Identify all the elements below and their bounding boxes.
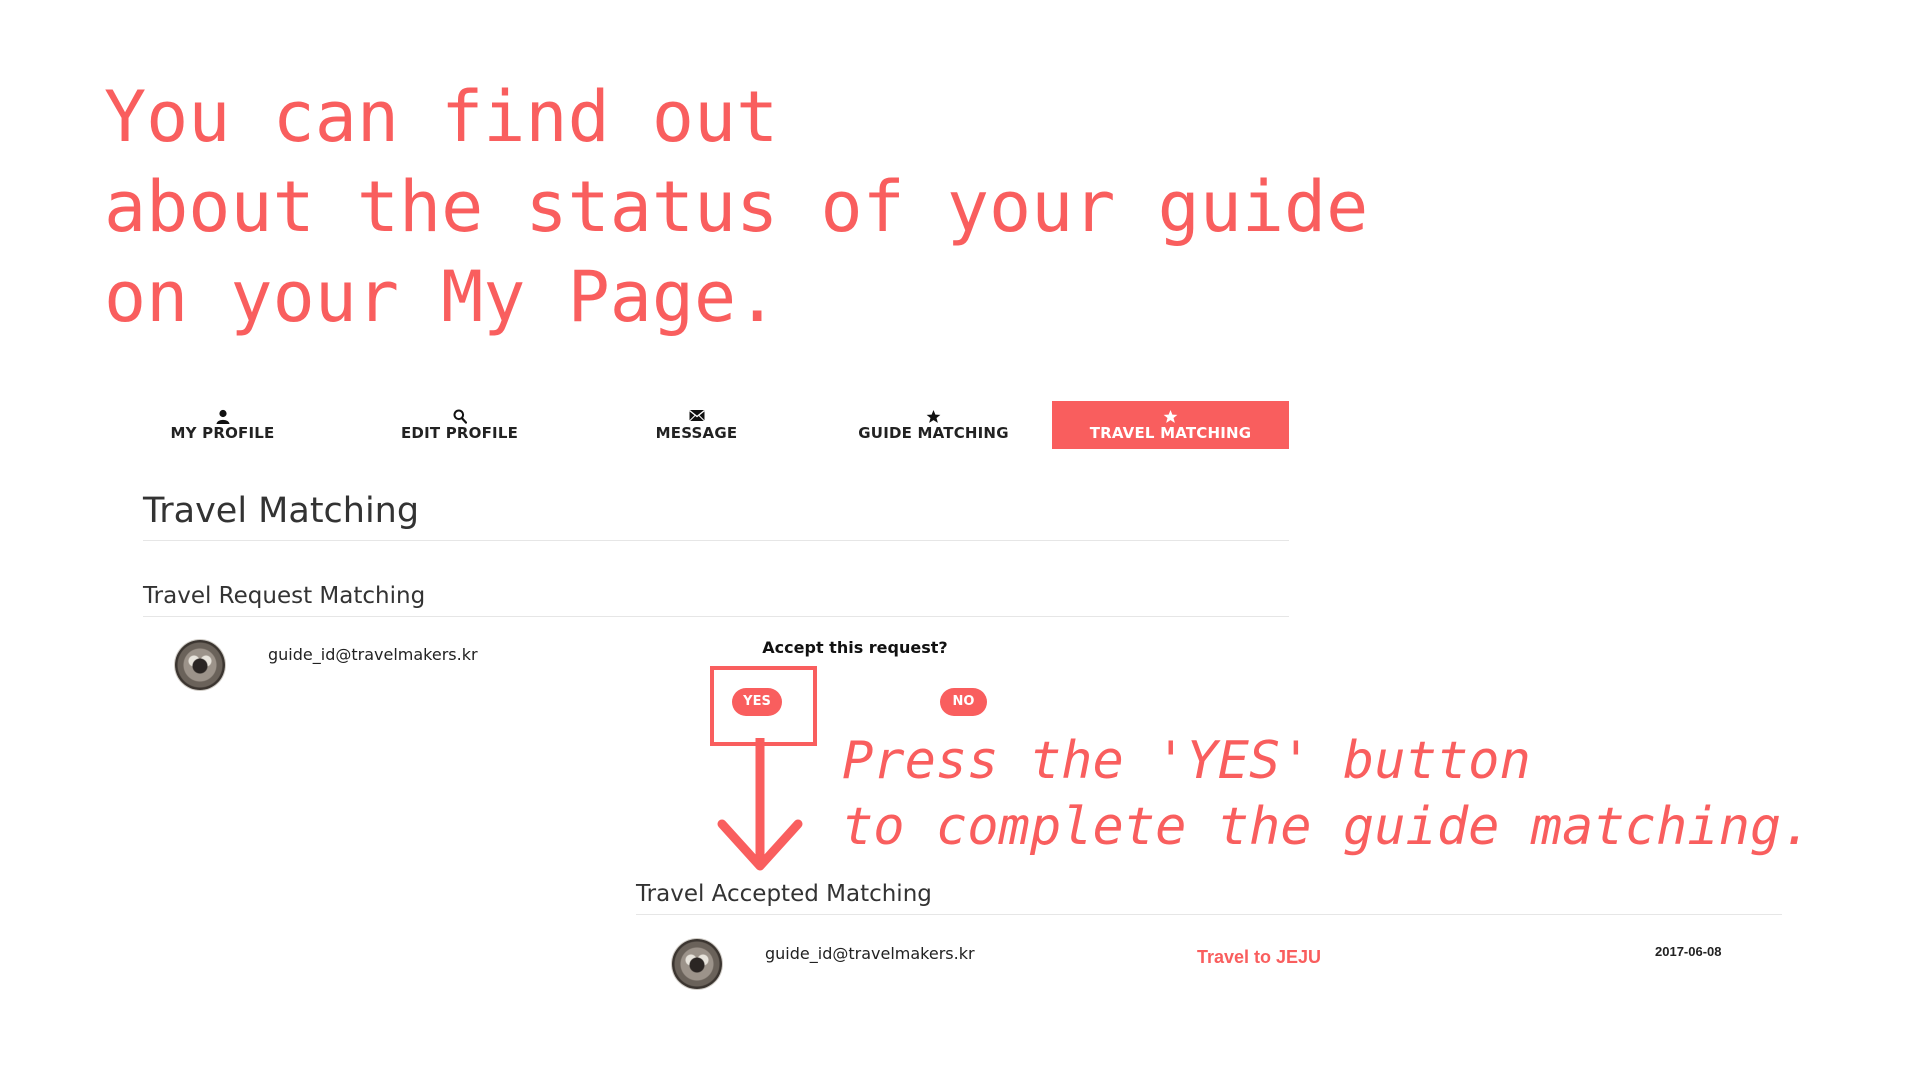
user-icon: [216, 409, 230, 425]
instruction-line: Press the 'YES' button: [842, 731, 1531, 791]
avatar: [175, 640, 225, 690]
tab-label: GUIDE MATCHING: [858, 423, 1009, 442]
tab-message[interactable]: MESSAGE: [578, 401, 815, 449]
tutorial-slide: You can find out about the status of your…: [0, 0, 1920, 1080]
tab-guide-matching[interactable]: GUIDE MATCHING: [815, 401, 1052, 449]
accepted-section-title: Travel Accepted Matching: [636, 878, 1782, 915]
headline-line: You can find out: [104, 76, 779, 158]
request-email: guide_id@travelmakers.kr: [268, 645, 478, 664]
tab-label: EDIT PROFILE: [400, 423, 519, 442]
avatar: [672, 939, 722, 989]
tab-label: MESSAGE: [655, 423, 738, 442]
no-button[interactable]: NO: [940, 688, 987, 716]
yes-button[interactable]: YES: [732, 688, 782, 716]
mypage-nav: MY PROFILE EDIT PROFILE MESSAGE GUIDE MA…: [104, 401, 1289, 449]
down-arrow-icon: [717, 738, 803, 871]
tab-my-profile[interactable]: MY PROFILE: [104, 401, 341, 449]
headline-line: on your My Page.: [104, 256, 779, 338]
tab-label: TRAVEL MATCHING: [1089, 423, 1252, 442]
tab-travel-matching[interactable]: TRAVEL MATCHING: [1052, 401, 1289, 449]
accept-question: Accept this request?: [762, 638, 948, 657]
headline-line: about the status of your guide: [104, 166, 1369, 248]
instruction-line: to complete the guide matching.: [842, 797, 1813, 857]
star-icon: [1163, 409, 1178, 425]
page-title: Travel Matching: [143, 488, 1289, 541]
request-section-title: Travel Request Matching: [143, 580, 1289, 617]
accepted-email: guide_id@travelmakers.kr: [765, 944, 975, 963]
tab-edit-profile[interactable]: EDIT PROFILE: [341, 401, 578, 449]
headline-annotation: You can find out about the status of your…: [104, 72, 1368, 342]
star-icon: [926, 409, 941, 425]
search-icon: [453, 409, 467, 425]
travel-date: 2017-06-08: [1655, 944, 1722, 959]
envelope-icon: [688, 409, 705, 425]
instruction-annotation: Press the 'YES' button to complete the gu…: [842, 728, 1813, 860]
tab-label: MY PROFILE: [170, 423, 275, 442]
travel-destination[interactable]: Travel to JEJU: [1197, 947, 1321, 968]
